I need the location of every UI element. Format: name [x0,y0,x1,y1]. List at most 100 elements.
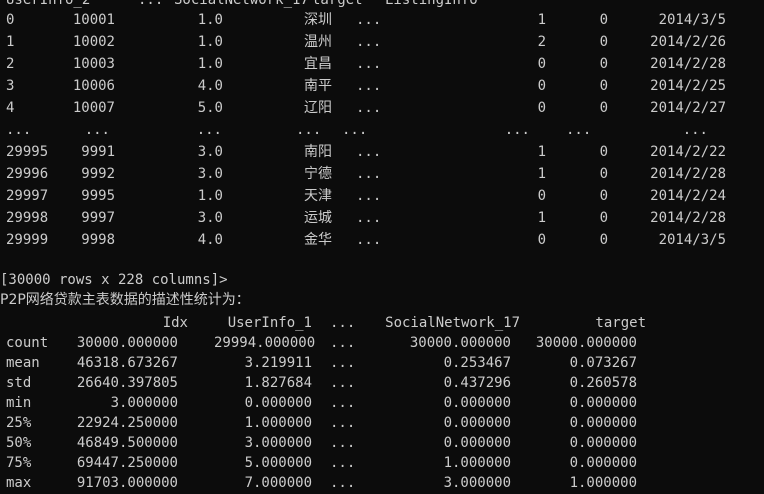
cell-date: ... [682,122,708,138]
cell-ell: ... [356,188,382,204]
cell-index: 29999 [6,232,49,248]
cell-net: ... [196,122,222,138]
cell-idx: 10006 [72,78,115,94]
cell-idx: 10007 [72,100,115,116]
cell-city: 天津 [304,188,332,204]
cell-soc: 0 [537,100,546,116]
cell-tgt: 0 [599,144,608,160]
cell-soc: 1 [537,12,546,28]
cell-index: 3 [6,78,15,94]
cell-stat: mean [6,355,40,371]
cell-stat: 75% [6,455,32,471]
cell-city: 南阳 [304,144,332,160]
cell-ui1: 3.219911 [244,355,312,371]
cell-city: 南平 [304,78,332,94]
cell-date: 2014/2/24 [650,188,726,204]
cell-idx: 9992 [81,166,115,182]
header-cell: UserInfo_1 [227,315,312,331]
cell-date: 2014/2/25 [650,78,726,94]
cell-city: 辽阳 [304,100,332,116]
cell-ell: ... [330,395,356,411]
cell-index: 2 [6,56,15,72]
cell-soc: 0 [537,188,546,204]
cell-net: 3.0 [197,144,223,160]
cell-sn17: 0.253467 [443,355,511,371]
cell-ell: ... [356,34,382,50]
cell-target: 0.000000 [569,415,637,431]
cell-target: 0.000000 [569,455,637,471]
cell-date: 2014/3/5 [658,232,726,248]
cell-date: 2014/2/22 [650,144,726,160]
cell-net: 1.0 [197,56,223,72]
cell-index: 0 [6,12,15,28]
cell-sn17: 1.000000 [443,455,511,471]
cell-ui1: 3.000000 [244,435,312,451]
cell-stat: count [6,335,49,351]
cell-ell: ... [356,210,382,226]
cell-idx: 9991 [81,144,115,160]
cell-city: 金华 [304,232,332,248]
cell-index: 29998 [6,210,49,226]
cell-sn17: 0.437296 [443,375,511,391]
cell-ui1: 5.000000 [244,455,312,471]
cell-ell: ... [356,166,382,182]
cell-ell: ... [356,78,382,94]
cell-idx: 69447.250000 [76,455,178,471]
cell-ell: ... [356,12,382,28]
header-cell: Idx [162,315,188,331]
cell-idx: 10003 [72,56,115,72]
cell-tgt: 0 [599,12,608,28]
cell-soc: 0 [537,232,546,248]
cell-tgt: 0 [599,100,608,116]
cell-idx: 26640.397805 [76,375,178,391]
cell-ell: ... [356,232,382,248]
cell-net: 4.0 [197,232,223,248]
cell-date: 2014/2/27 [650,100,726,116]
cell-city: 宜昌 [304,56,332,72]
cell-target: 0.260578 [569,375,637,391]
header-cell: ... [138,0,164,8]
cell-date: 2014/2/28 [650,56,726,72]
cell-soc: 0 [537,78,546,94]
cell-tgt: 0 [599,188,608,204]
describe-table-header: Idx UserInfo_1 ... SocialNetwork_17 targ… [0,312,646,334]
cell-target: 0.000000 [569,435,637,451]
cell-net: 3.0 [197,210,223,226]
cell-index: 1 [6,34,15,50]
cell-idx: 30000.000000 [76,335,178,351]
header-cell: ... [330,315,356,331]
cell-ell: ... [356,100,382,116]
cell-ui1: 29994.000000 [214,335,316,351]
cell-soc: 1 [537,166,546,182]
cell-net: 3.0 [197,166,223,182]
describe-title: P2P网络贷款主表数据的描述性统计为： [0,292,250,308]
cell-tgt: 0 [599,232,608,248]
cell-ell: ... [356,56,382,72]
header-cell: target [595,315,646,331]
shape-line: [30000 rows x 228 columns]> [0,272,228,288]
cell-idx: 46318.673267 [76,355,178,371]
cell-ell: ... [330,355,356,371]
cell-city: 运城 [304,210,332,226]
cell-sn17: 0.000000 [443,395,511,411]
cell-date: 2014/3/5 [658,12,726,28]
cell-tgt: ... [566,122,592,138]
cell-net: 5.0 [197,100,223,116]
cell-city: ... [296,122,322,138]
cell-date: 2014/2/28 [650,210,726,226]
cell-idx: ... [84,122,110,138]
cell-tgt: 0 [599,210,608,226]
cell-net: 4.0 [197,78,223,94]
header-cell: ListingInfo [385,0,478,8]
cell-net: 1.0 [197,188,223,204]
cell-target: 30000.000000 [535,335,637,351]
cell-stat: 25% [6,415,32,431]
cell-tgt: 0 [599,34,608,50]
cell-idx: 10002 [72,34,115,50]
cell-stat: 50% [6,435,32,451]
cell-city: 宁德 [304,166,332,182]
cell-idx: 3.000000 [110,395,178,411]
cell-tgt: 0 [599,166,608,182]
cell-ell: ... [330,415,356,431]
cell-date: 2014/2/26 [650,34,726,50]
